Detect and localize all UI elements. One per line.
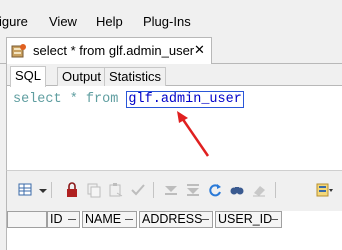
copy-icon[interactable] <box>85 181 103 199</box>
column-header-user-id[interactable]: USER_ID <box>215 211 282 228</box>
column-header-address[interactable]: ADDRESS <box>139 211 213 228</box>
toolbar-separator <box>275 182 276 198</box>
column-label: USER_ID <box>218 212 273 226</box>
query-tab-icon <box>11 43 27 59</box>
sort-indicator-icon <box>201 219 209 220</box>
sort-indicator-icon <box>68 219 76 220</box>
annotation-arrow-icon <box>177 111 210 157</box>
column-label: ID <box>50 212 63 226</box>
query-tab-label: select * from glf.admin_user <box>33 43 195 58</box>
check-icon[interactable] <box>129 181 147 199</box>
grid-options-icon[interactable] <box>17 181 35 199</box>
menu-configure[interactable]: igure <box>0 14 28 30</box>
refresh-icon[interactable] <box>206 181 224 199</box>
menu-view[interactable]: View <box>49 14 77 30</box>
tab-output[interactable]: Output <box>57 67 107 86</box>
query-tab-strip: select * from glf.admin_user ✕ <box>0 36 342 64</box>
lock-icon[interactable] <box>63 181 81 199</box>
column-label: NAME <box>85 212 122 226</box>
toolbar-separator <box>153 182 154 198</box>
paste-icon[interactable] <box>107 181 125 199</box>
first-record-icon[interactable] <box>162 181 180 199</box>
result-grid: ID NAME ADDRESS USER_ID <box>7 211 342 250</box>
find-icon[interactable] <box>228 181 246 199</box>
query-tab[interactable]: select * from glf.admin_user ✕ <box>6 37 212 64</box>
column-header-id[interactable]: ID <box>47 211 80 228</box>
dropdown-arrow-icon[interactable] <box>34 181 47 199</box>
menu-bar: igure View Help Plug-Ins <box>0 0 342 36</box>
column-label: ADDRESS <box>142 212 203 226</box>
column-header-name[interactable]: NAME <box>82 211 137 228</box>
results-toolbar <box>7 177 342 205</box>
sort-indicator-icon <box>125 219 133 220</box>
menu-plug-ins[interactable]: Plug-Ins <box>143 14 191 30</box>
menu-help[interactable]: Help <box>96 14 123 30</box>
sort-indicator-icon <box>270 219 278 220</box>
export-icon[interactable] <box>315 181 333 199</box>
results-panel: ID NAME ADDRESS USER_ID <box>6 170 342 250</box>
editor-subtabs: SQL Output Statistics <box>7 64 342 87</box>
toolbar-separator <box>51 182 52 198</box>
sql-statement-prefix: select * from <box>13 92 127 107</box>
tab-statistics[interactable]: Statistics <box>104 67 167 86</box>
last-record-icon[interactable] <box>184 181 202 199</box>
clear-icon[interactable] <box>250 181 268 199</box>
tab-sql[interactable]: SQL <box>10 66 47 87</box>
close-icon[interactable]: ✕ <box>194 42 205 58</box>
grid-corner <box>7 211 47 228</box>
